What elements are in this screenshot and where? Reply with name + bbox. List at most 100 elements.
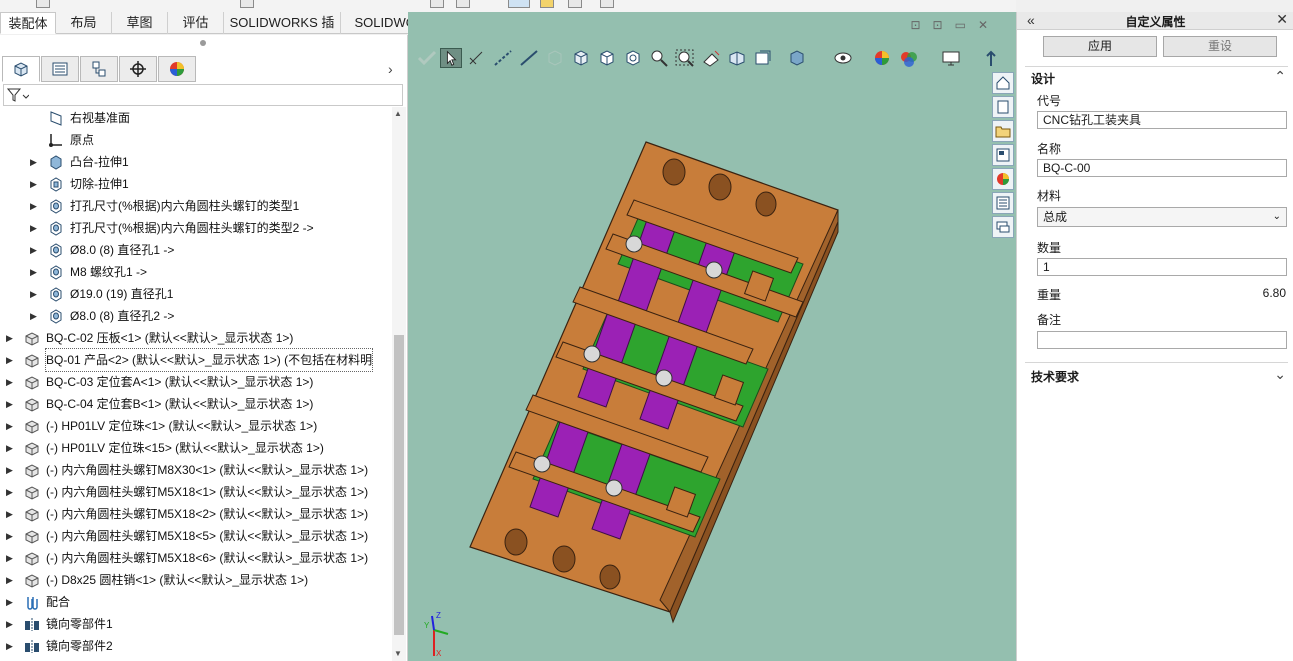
appearances-icon[interactable]: [992, 168, 1014, 190]
toolbar-icon[interactable]: [600, 0, 614, 8]
expand-caret-icon[interactable]: ▶: [6, 415, 16, 437]
expand-caret-icon[interactable]: ▶: [6, 569, 16, 591]
expand-caret-icon[interactable]: ▶: [6, 327, 16, 349]
expand-caret-icon[interactable]: ▶: [6, 371, 16, 393]
tree-item[interactable]: ▶ 切除-拉伸1: [0, 173, 392, 195]
expand-caret-icon[interactable]: ▶: [30, 261, 40, 283]
part-icon: [24, 572, 40, 588]
configuration-manager-tab[interactable]: [80, 56, 118, 82]
tree-item[interactable]: ▶ Ø19.0 (19) 直径孔1: [0, 283, 392, 305]
toolbar-icon[interactable]: [456, 0, 470, 8]
expand-caret-icon[interactable]: ▶: [30, 217, 40, 239]
section-design-header[interactable]: 设计 ⌃: [1031, 68, 1288, 88]
warning-icon[interactable]: [540, 0, 554, 8]
display-manager-tab[interactable]: [158, 56, 196, 82]
chevron-up-icon[interactable]: ⌃: [1274, 68, 1286, 85]
toolbar-icon[interactable]: [36, 0, 50, 8]
expand-caret-icon[interactable]: ▶: [6, 635, 16, 657]
expand-caret-icon[interactable]: ▶: [6, 547, 16, 569]
tree-item-label: (-) HP01LV 定位珠<1> (默认<<默认>_显示状态 1>): [46, 419, 318, 433]
tree-scrollbar[interactable]: ▲ ▼: [392, 107, 406, 661]
view-palette-icon[interactable]: [992, 144, 1014, 166]
tab-layout[interactable]: 布局: [56, 12, 112, 34]
tree-item[interactable]: ▶ BQ-C-02 压板<1> (默认<<默认>_显示状态 1>): [0, 327, 392, 349]
tree-item[interactable]: ▶ 打孔尺寸(%根据)内六角圆柱头螺钉的类型1: [0, 195, 392, 217]
graphics-area[interactable]: ⊡⊡▭✕ Z Y X: [408, 12, 1016, 661]
tree-item[interactable]: ▶ Ø8.0 (8) 直径孔1 ->: [0, 239, 392, 261]
tree-item-label: (-) D8x25 圆柱销<1> (默认<<默认>_显示状态 1>): [46, 573, 309, 587]
expand-caret-icon[interactable]: ▶: [6, 349, 16, 371]
section-tech-header[interactable]: 技术要求 ⌄: [1031, 366, 1288, 386]
part-icon: [24, 440, 40, 456]
apply-button[interactable]: 应用: [1043, 36, 1157, 57]
home-icon[interactable]: [992, 72, 1014, 94]
custom-properties-icon[interactable]: [992, 192, 1014, 214]
tab-assembly[interactable]: 装配体: [0, 12, 56, 34]
design-library-icon[interactable]: [992, 96, 1014, 118]
remark-field[interactable]: [1037, 331, 1287, 349]
filter-icon[interactable]: [6, 87, 30, 106]
tree-item[interactable]: ▶ BQ-C-03 定位套A<1> (默认<<默认>_显示状态 1>): [0, 371, 392, 393]
tab-sketch[interactable]: 草图: [112, 12, 168, 34]
feature-manager-tab[interactable]: [2, 56, 40, 82]
dimxpert-manager-tab[interactable]: [119, 56, 157, 82]
expand-caret-icon[interactable]: ▶: [30, 173, 40, 195]
expand-caret-icon[interactable]: ▶: [6, 503, 16, 525]
tree-item[interactable]: ▶ (-) D8x25 圆柱销<1> (默认<<默认>_显示状态 1>): [0, 569, 392, 591]
close-icon[interactable]: ✕: [1276, 11, 1288, 28]
filter-bar[interactable]: [3, 84, 403, 106]
tree-item[interactable]: ▶ (-) HP01LV 定位珠<1> (默认<<默认>_显示状态 1>): [0, 415, 392, 437]
chevron-down-icon[interactable]: ⌄: [1274, 366, 1286, 383]
tree-item[interactable]: ▶ (-) 内六角圆柱头螺钉M5X18<6> (默认<<默认>_显示状态 1>): [0, 547, 392, 569]
code-field[interactable]: CNC钻孔工装夹具: [1037, 111, 1287, 129]
tree-item[interactable]: ▶ 配合: [0, 591, 392, 613]
tree-item[interactable]: ▶ (-) 内六角圆柱头螺钉M5X18<5> (默认<<默认>_显示状态 1>): [0, 525, 392, 547]
tree-item-label: 原点: [70, 133, 95, 147]
scroll-thumb[interactable]: [394, 335, 404, 635]
property-manager-tab[interactable]: [41, 56, 79, 82]
expand-caret-icon[interactable]: ▶: [6, 481, 16, 503]
expand-caret-icon[interactable]: ▶: [6, 613, 16, 635]
tree-item[interactable]: ▶ (-) 内六角圆柱头螺钉M5X18<2> (默认<<默认>_显示状态 1>): [0, 503, 392, 525]
panel-grip[interactable]: [200, 40, 206, 46]
toolbar-icon[interactable]: [430, 0, 444, 8]
tree-item[interactable]: ▶ BQ-01 产品<2> (默认<<默认>_显示状态 1>) (不包括在材料明: [0, 348, 392, 372]
scroll-down-icon[interactable]: ▼: [394, 649, 402, 658]
tree-item[interactable]: ▶ Ø8.0 (8) 直径孔2 ->: [0, 305, 392, 327]
chevron-right-icon[interactable]: ›: [388, 61, 393, 77]
tab-evaluate[interactable]: 评估: [168, 12, 224, 34]
expand-caret-icon[interactable]: ▶: [6, 525, 16, 547]
expand-caret-icon[interactable]: ▶: [30, 151, 40, 173]
expand-caret-icon[interactable]: ▶: [6, 437, 16, 459]
tree-item-label: 右视基准面: [70, 111, 131, 125]
select-tool-icon[interactable]: [508, 0, 530, 8]
tree-item[interactable]: 原点: [0, 129, 392, 151]
tree-item[interactable]: ▶ 打孔尺寸(%根据)内六角圆柱头螺钉的类型2 ->: [0, 217, 392, 239]
tree-item[interactable]: ▶ 镜向零部件2: [0, 635, 392, 657]
tree-item[interactable]: ▶ (-) 内六角圆柱头螺钉M8X30<1> (默认<<默认>_显示状态 1>): [0, 459, 392, 481]
toolbar-icon[interactable]: [568, 0, 582, 8]
toolbar-icon[interactable]: [240, 0, 254, 8]
expand-caret-icon[interactable]: ▶: [6, 591, 16, 613]
file-explorer-icon[interactable]: [992, 120, 1014, 142]
expand-caret-icon[interactable]: ▶: [30, 195, 40, 217]
expand-caret-icon[interactable]: ▶: [6, 459, 16, 481]
material-select[interactable]: 总成 ⌄: [1037, 207, 1287, 227]
tree-item[interactable]: ▶ (-) HP01LV 定位珠<15> (默认<<默认>_显示状态 1>): [0, 437, 392, 459]
quantity-field[interactable]: 1: [1037, 258, 1287, 276]
expand-caret-icon[interactable]: ▶: [30, 239, 40, 261]
scroll-up-icon[interactable]: ▲: [394, 109, 402, 118]
tree-item[interactable]: ▶ (-) 内六角圆柱头螺钉M5X18<1> (默认<<默认>_显示状态 1>): [0, 481, 392, 503]
expand-caret-icon[interactable]: ▶: [6, 393, 16, 415]
expand-caret-icon[interactable]: ▶: [30, 305, 40, 327]
tree-item[interactable]: ▶ 镜向零部件1: [0, 613, 392, 635]
reset-button[interactable]: 重设: [1163, 36, 1277, 57]
expand-caret-icon[interactable]: ▶: [30, 283, 40, 305]
tree-item[interactable]: ▶ M8 螺纹孔1 ->: [0, 261, 392, 283]
tree-item[interactable]: ▶ 凸台-拉伸1: [0, 151, 392, 173]
name-field[interactable]: BQ-C-00: [1037, 159, 1287, 177]
tab-solidworks-addins[interactable]: SOLIDWORKS 插件: [224, 12, 341, 51]
forum-icon[interactable]: [992, 216, 1014, 238]
tree-item[interactable]: 右视基准面: [0, 107, 392, 129]
tree-item[interactable]: ▶ BQ-C-04 定位套B<1> (默认<<默认>_显示状态 1>): [0, 393, 392, 415]
